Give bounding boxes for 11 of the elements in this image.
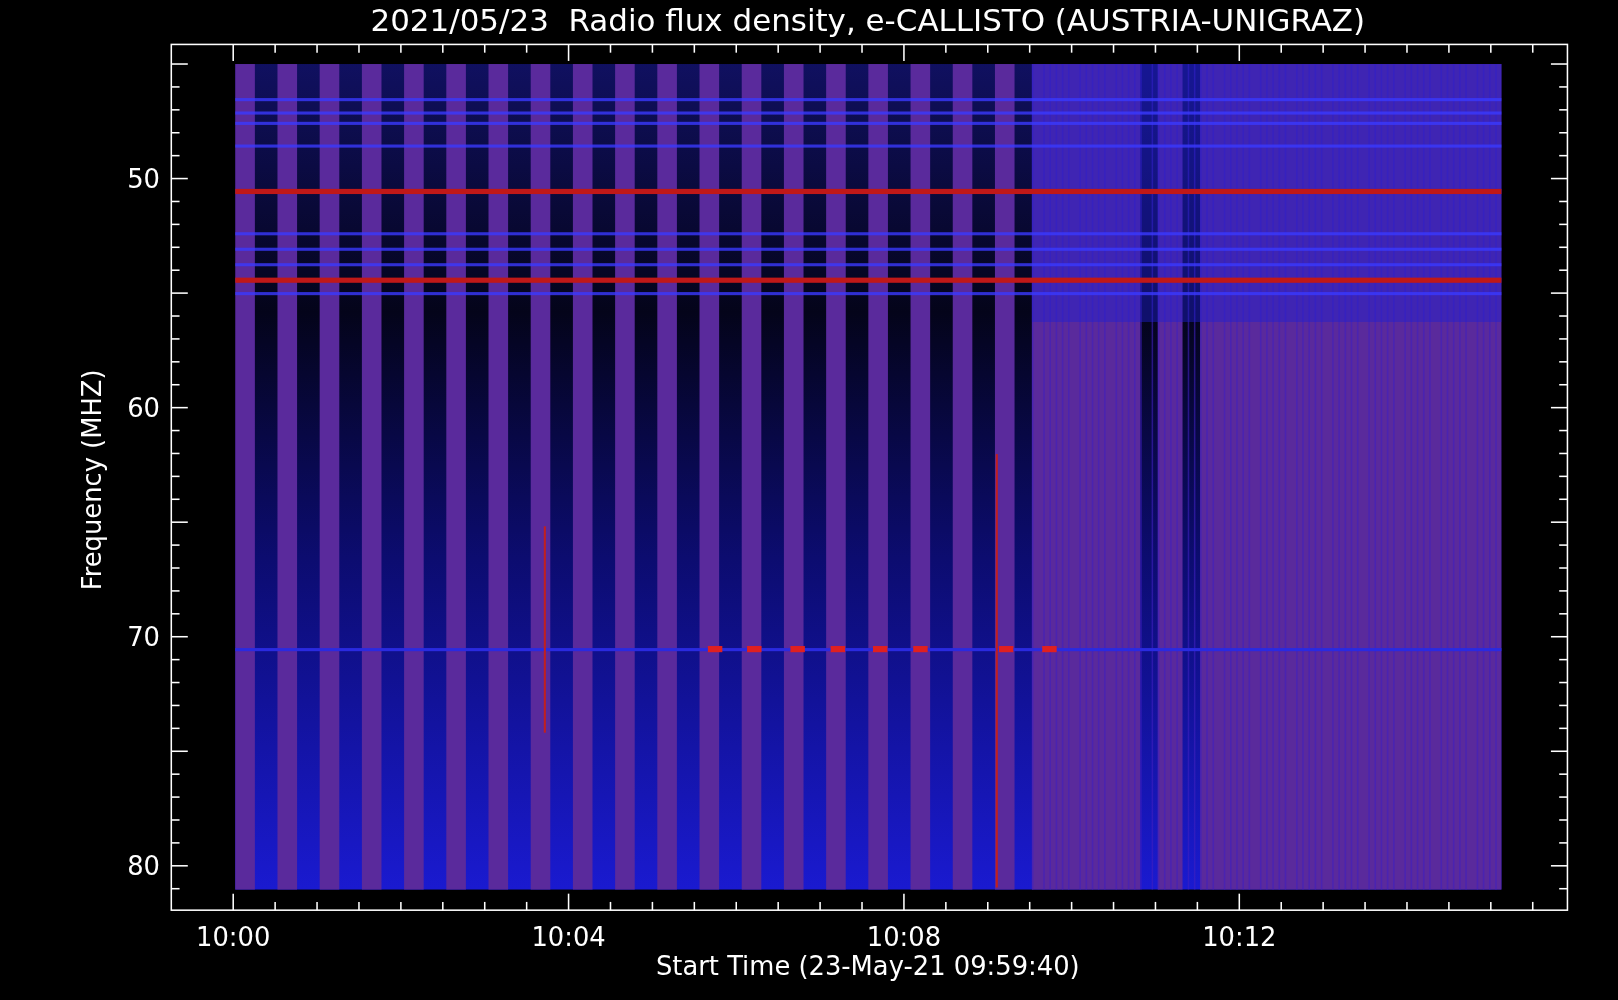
x-axis-title: Start Time (23-May-21 09:59:40) [656, 951, 1080, 982]
y-tick-label: 80 [127, 851, 160, 882]
y-tick-label: 50 [127, 163, 160, 194]
x-tick-label: 10:12 [1202, 922, 1277, 953]
y-tick-label: 60 [127, 392, 160, 423]
y-axis-title: Frequency (MHZ) [77, 369, 108, 591]
x-tick-label: 10:04 [531, 922, 606, 953]
x-tick-label: 10:08 [866, 922, 942, 953]
x-tick-label: 10:00 [196, 922, 271, 953]
chart-title: 2021/05/23 Radio flux density, e-CALLISTO (AUSTRIA-UNIGRAZ) [370, 2, 1366, 38]
y-tick-label: 70 [127, 622, 160, 652]
